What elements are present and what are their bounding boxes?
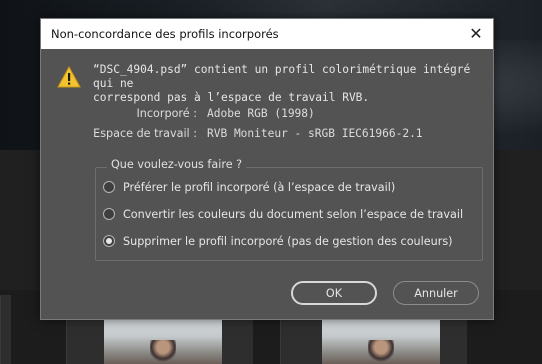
option-convert-colors[interactable]: Convertir les couleurs du document selon… bbox=[103, 205, 463, 223]
close-button[interactable]: ✕ bbox=[459, 19, 493, 49]
message-line: correspond pas à l’espace de travail RVB… bbox=[93, 91, 370, 104]
option-label: Supprimer le profil incorporé (pas de ge… bbox=[123, 234, 453, 248]
warning-icon bbox=[57, 66, 81, 88]
close-icon: ✕ bbox=[469, 24, 483, 43]
thumbnail-image[interactable] bbox=[322, 318, 440, 364]
option-discard-embedded[interactable]: Supprimer le profil incorporé (pas de ge… bbox=[103, 232, 453, 250]
message-line: “DSC_4904.psd” contient un profil colori… bbox=[93, 63, 471, 90]
dialog-title: Non-concordance des profils incorporés bbox=[51, 27, 279, 41]
dialog-titlebar: Non-concordance des profils incorporés ✕ bbox=[41, 19, 493, 49]
workspace-profile-label: Espace de travail : bbox=[93, 127, 197, 140]
cancel-button[interactable]: Annuler bbox=[393, 281, 479, 305]
radio-button[interactable] bbox=[103, 181, 115, 193]
radio-button[interactable] bbox=[103, 208, 115, 220]
thumbnail-image[interactable] bbox=[104, 318, 222, 364]
radio-button-selected[interactable] bbox=[103, 235, 115, 247]
cancel-button-label: Annuler bbox=[414, 286, 458, 300]
options-group-title: Que voulez-vous faire ? bbox=[107, 158, 247, 171]
embedded-profile-value: Adobe RGB (1998) bbox=[207, 107, 315, 120]
option-label: Préférer le profil incorporé (à l’espace… bbox=[123, 180, 396, 194]
ok-button-label: OK bbox=[325, 286, 343, 300]
option-prefer-embedded[interactable]: Préférer le profil incorporé (à l’espace… bbox=[103, 178, 395, 196]
filmstrip-cell bbox=[0, 295, 11, 364]
option-label: Convertir les couleurs du document selon… bbox=[123, 207, 464, 221]
profile-mismatch-dialog: Non-concordance des profils incorporés ✕… bbox=[40, 18, 494, 320]
embedded-profile-label: Incorporé : bbox=[136, 107, 198, 120]
ok-button[interactable]: OK bbox=[291, 281, 377, 305]
dialog-message: “DSC_4904.psd” contient un profil colori… bbox=[93, 63, 473, 105]
workspace-profile-value: RVB Moniteur - sRGB IEC61966-2.1 bbox=[207, 127, 423, 140]
